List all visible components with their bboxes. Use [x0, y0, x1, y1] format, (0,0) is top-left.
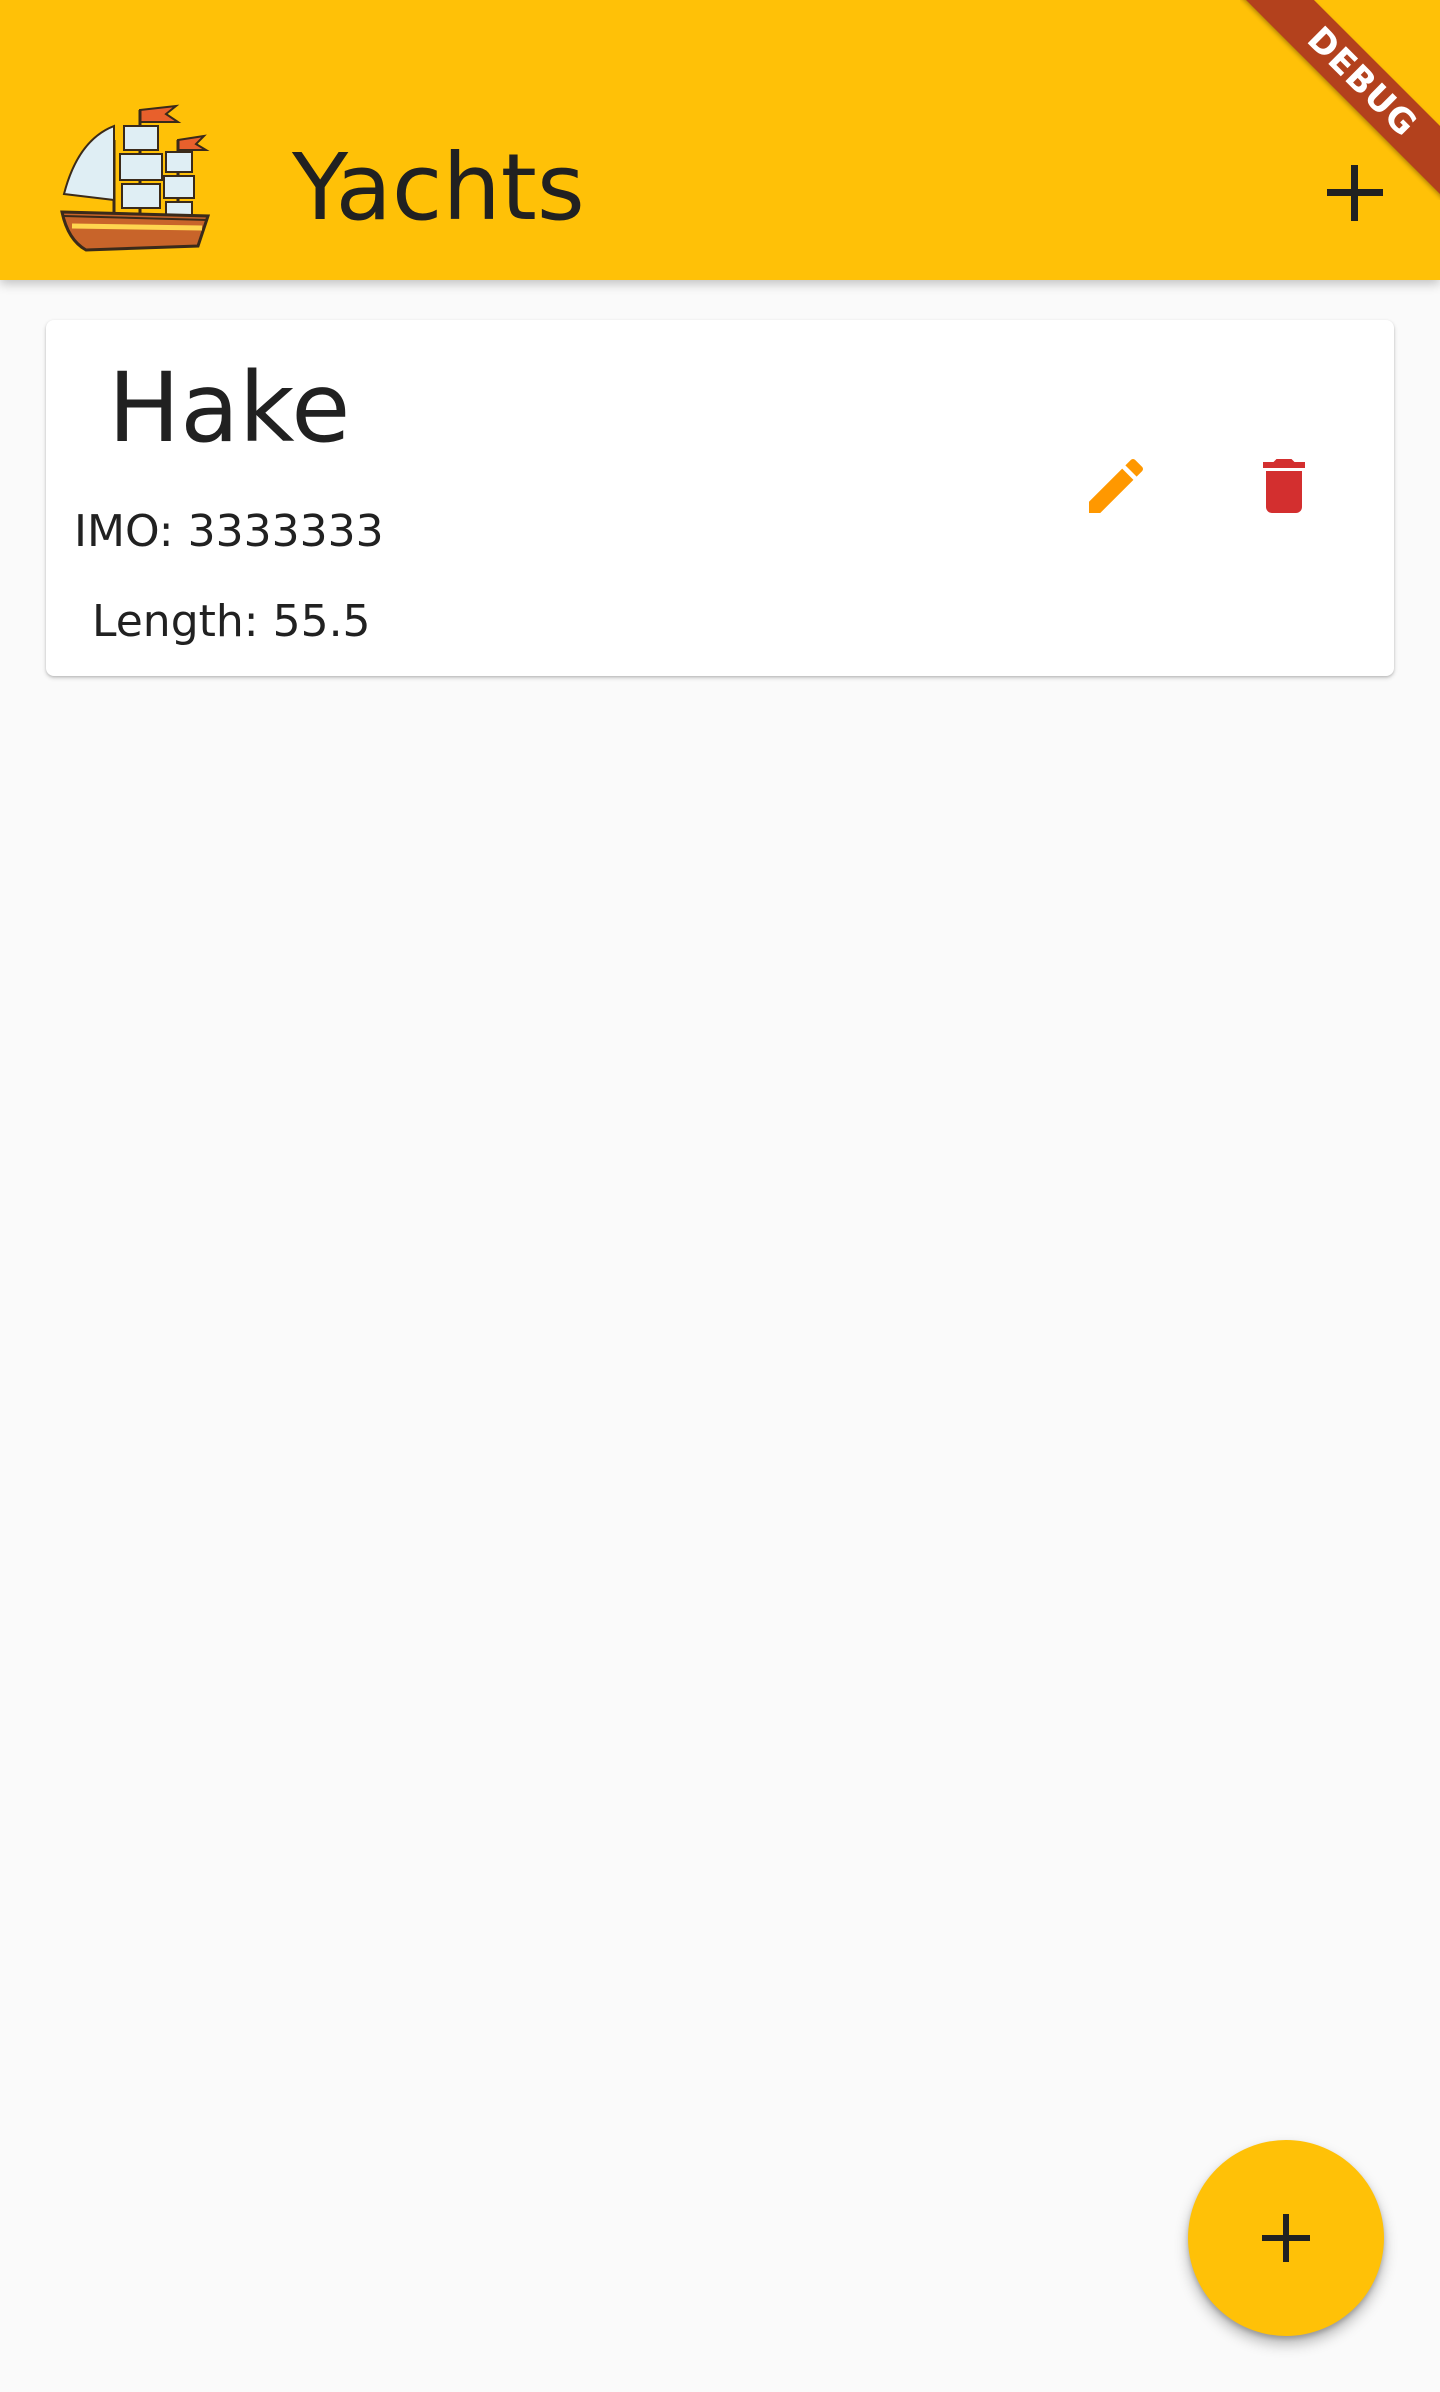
app-bar: Yachts	[0, 0, 1440, 280]
sailing-ship-icon	[58, 100, 218, 260]
plus-icon	[1327, 165, 1383, 221]
yacht-card[interactable]: Hake IMO: 3333333 Length: 55.5	[46, 320, 1394, 676]
add-yacht-button[interactable]	[1300, 138, 1410, 248]
yacht-name: Hake	[108, 352, 351, 464]
yacht-imo: IMO: 3333333	[74, 506, 384, 557]
add-yacht-fab[interactable]	[1188, 2140, 1384, 2336]
delete-yacht-button[interactable]	[1214, 416, 1354, 556]
pencil-icon	[1089, 458, 1144, 513]
trash-icon	[1263, 459, 1305, 513]
edit-yacht-button[interactable]	[1046, 416, 1186, 556]
page-title: Yachts	[292, 134, 585, 241]
yacht-length: Length: 55.5	[92, 596, 371, 647]
plus-icon	[1262, 2214, 1310, 2262]
